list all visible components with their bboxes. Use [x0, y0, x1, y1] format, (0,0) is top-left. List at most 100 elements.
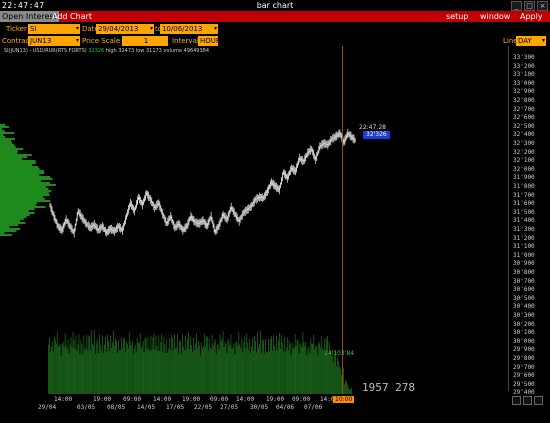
price-scale-input[interactable]: 1	[122, 36, 168, 46]
x-tick-date: 14/05	[137, 404, 156, 411]
date-to-input[interactable]: 10/06/2013 ▾	[160, 24, 218, 34]
menu-apply[interactable]: Apply	[520, 12, 543, 21]
volume-bar	[289, 343, 291, 394]
menu-setup[interactable]: setup	[446, 12, 468, 21]
volume-bar	[190, 336, 191, 394]
volume-bar	[201, 342, 202, 394]
profile-bar	[0, 132, 15, 134]
profile-bar	[0, 174, 40, 176]
volume-bar	[127, 348, 129, 394]
x-tick-time: 14:00	[54, 396, 73, 403]
volume-bar	[122, 348, 123, 394]
x-axis: 14:00 19:00 09:00 14:00 19:00 09:00 14:00 19:00…	[0, 394, 508, 423]
volume-bar	[145, 338, 147, 394]
scroll-left-button[interactable]	[512, 396, 521, 405]
volume-bar	[102, 335, 103, 394]
interval-select[interactable]: HOUR	[198, 36, 221, 46]
volume-bar	[115, 337, 116, 394]
volume-bar	[116, 340, 117, 394]
volume-bar	[198, 340, 199, 394]
volume-bar	[158, 335, 160, 394]
y-tick-label: 32'600	[513, 114, 535, 122]
volume-bar	[249, 338, 251, 394]
volume-bar	[76, 350, 78, 394]
y-tick-label: 32'800	[513, 97, 535, 104]
volume-bar	[280, 335, 282, 394]
volume-bar	[89, 336, 91, 394]
scroll-right-button[interactable]	[523, 396, 532, 405]
volume-bar	[236, 341, 238, 394]
volume-bar	[234, 354, 236, 394]
volume-bar	[227, 338, 229, 394]
volume-bar	[250, 353, 251, 394]
volume-bar	[75, 335, 77, 394]
profile-bar	[0, 166, 39, 168]
volume-bar	[263, 340, 264, 394]
volume-bar	[91, 330, 93, 394]
volume-bar	[212, 345, 214, 394]
y-tick-label: 33'100	[513, 71, 535, 79]
volume-bar	[180, 340, 181, 394]
y-tick-label: 33'300	[513, 54, 535, 61]
volume-bar	[172, 337, 174, 394]
menu-add-chart[interactable]: Add Chart	[52, 12, 92, 21]
volume-bar	[281, 342, 283, 394]
zoom-button[interactable]	[534, 396, 543, 405]
volume-bar	[131, 340, 133, 394]
volume-bar	[205, 335, 207, 394]
volume-bar	[103, 352, 104, 394]
profile-bar	[0, 226, 10, 228]
menu-window[interactable]: window	[480, 12, 510, 21]
y-tick-label: 29'800	[513, 355, 535, 362]
volume-bar	[210, 349, 212, 394]
minimize-button[interactable]: _	[511, 1, 522, 11]
profile-bar	[0, 136, 6, 138]
volume-bar	[244, 336, 246, 394]
maximize-button[interactable]: □	[524, 1, 535, 11]
volume-bar	[108, 341, 109, 394]
volume-bar	[243, 342, 245, 394]
volume-bar	[124, 337, 125, 394]
date-from-input[interactable]: 29/04/2013 ▾	[96, 24, 154, 34]
price-chart[interactable]	[0, 46, 508, 394]
volume-bar	[294, 334, 296, 394]
volume-bar	[237, 345, 239, 394]
volume-bar	[218, 349, 220, 394]
profile-bar	[0, 180, 42, 182]
volume-bar	[156, 345, 158, 394]
volume-bar	[279, 333, 280, 394]
close-button[interactable]: ×	[537, 1, 548, 11]
profile-bar	[0, 196, 44, 198]
profile-bar	[0, 206, 46, 208]
volume-bar	[332, 351, 333, 394]
ticker-select[interactable]: SI ▾	[28, 24, 80, 34]
profile-bar	[0, 182, 51, 184]
volume-bar	[232, 347, 234, 394]
volume-bar	[274, 345, 275, 394]
volume-bar	[67, 339, 69, 394]
volume-bar	[150, 335, 152, 394]
contract-select[interactable]: JUN13 ▾	[28, 36, 80, 46]
volume-bar	[258, 347, 259, 394]
x-tick-time: 14:00	[153, 396, 172, 403]
volume-bar	[346, 381, 347, 394]
volume-bar	[291, 342, 293, 394]
volume-bar	[214, 339, 216, 394]
volume-bar	[168, 348, 170, 394]
y-tick-label: 29'600	[513, 372, 535, 380]
volume-bar	[100, 344, 101, 394]
volume-bar	[52, 351, 54, 394]
volume-bar	[51, 347, 52, 394]
price-scale-label: Price Scale	[82, 37, 121, 45]
volume-bar	[141, 345, 143, 394]
volume-bar	[137, 342, 139, 394]
volume-bar	[109, 350, 110, 394]
volume-bar	[162, 351, 164, 394]
menu-open-interest[interactable]: Open Interest	[0, 11, 59, 22]
y-tick-label: 31'300	[513, 226, 535, 233]
volume-bar	[53, 337, 55, 394]
line-select[interactable]: DAY ▾	[516, 36, 546, 46]
volume-bar	[62, 341, 64, 394]
y-tick-label: 31'100	[513, 243, 535, 251]
volume-bar	[340, 368, 341, 394]
